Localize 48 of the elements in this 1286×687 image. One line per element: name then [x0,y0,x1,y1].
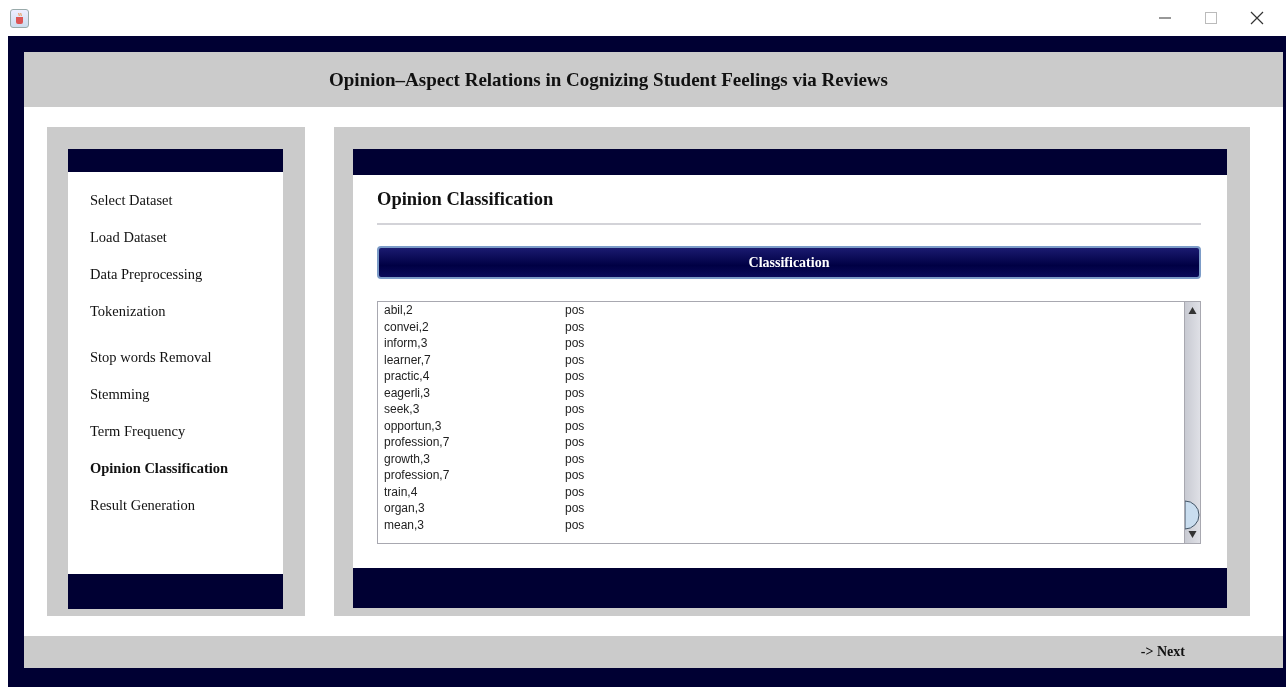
sidebar-item[interactable]: Stemming [90,384,283,421]
sidebar-item[interactable]: Opinion Classification [90,458,283,495]
term-cell-text: eagerli,3 [384,385,432,400]
maximize-icon [1205,12,1217,24]
term-cell-text: abil,2 [384,303,414,318]
label-cell: pos [565,303,585,318]
sidebar-item[interactable]: Data Preprocessing [90,264,283,301]
scroll-thumb-icon[interactable] [1185,500,1200,530]
label-cell: pos [565,451,585,466]
label-cell: pos [565,319,585,334]
scroll-up-icon[interactable] [1188,306,1197,315]
label-cell: pos [565,369,585,384]
term-cell-text: profession,7 [384,435,451,450]
label-cell: pos [565,352,585,367]
sidebar-item[interactable]: Tokenization [90,301,283,338]
classification-button[interactable]: Classification [377,246,1201,279]
label-cell: pos [565,484,585,499]
sidebar-item[interactable]: Load Dataset [90,227,283,264]
label-cell: pos [565,385,585,400]
label-cell: pos [565,336,585,351]
term-cell-text: growth,3 [384,451,432,466]
term-cell-text: inform,3 [384,336,429,351]
term-cell-text: profession,7 [384,468,451,483]
sidebar-item[interactable]: Result Generation [90,495,283,532]
label-cell: pos [565,435,585,450]
close-icon [1250,11,1264,25]
next-button[interactable]: -> Next [1140,644,1185,660]
label-cell: pos [565,517,585,532]
term-cell-text: seek,3 [384,402,421,417]
term-cell-text: train,4 [384,484,419,499]
section-title: Opinion Classification [377,189,1201,225]
minimize-icon [1159,17,1171,19]
term-cell-text: mean,3 [384,517,426,532]
sidebar-item[interactable]: Term Frequency [90,421,283,458]
app-title: Opinion–Aspect Relations in Cognizing Student Feelings via Reviews [329,68,888,91]
label-cell: pos [565,468,585,483]
label-cell: pos [565,402,585,417]
label-cell: pos [565,501,585,516]
sidebar-item[interactable]: Stop words Removal [90,347,283,384]
term-cell-text: practic,4 [384,369,431,384]
label-cell: pos [565,418,585,433]
term-cell-text: organ,3 [384,501,426,516]
scrollbar[interactable] [1184,302,1200,543]
term-cell-text: convei,2 [384,319,430,334]
sidebar-item[interactable]: Select Dataset [90,190,283,227]
term-cell-text: opportun,3 [384,418,443,433]
term-cell-text: learner,7 [384,352,432,367]
app-icon [10,8,29,28]
